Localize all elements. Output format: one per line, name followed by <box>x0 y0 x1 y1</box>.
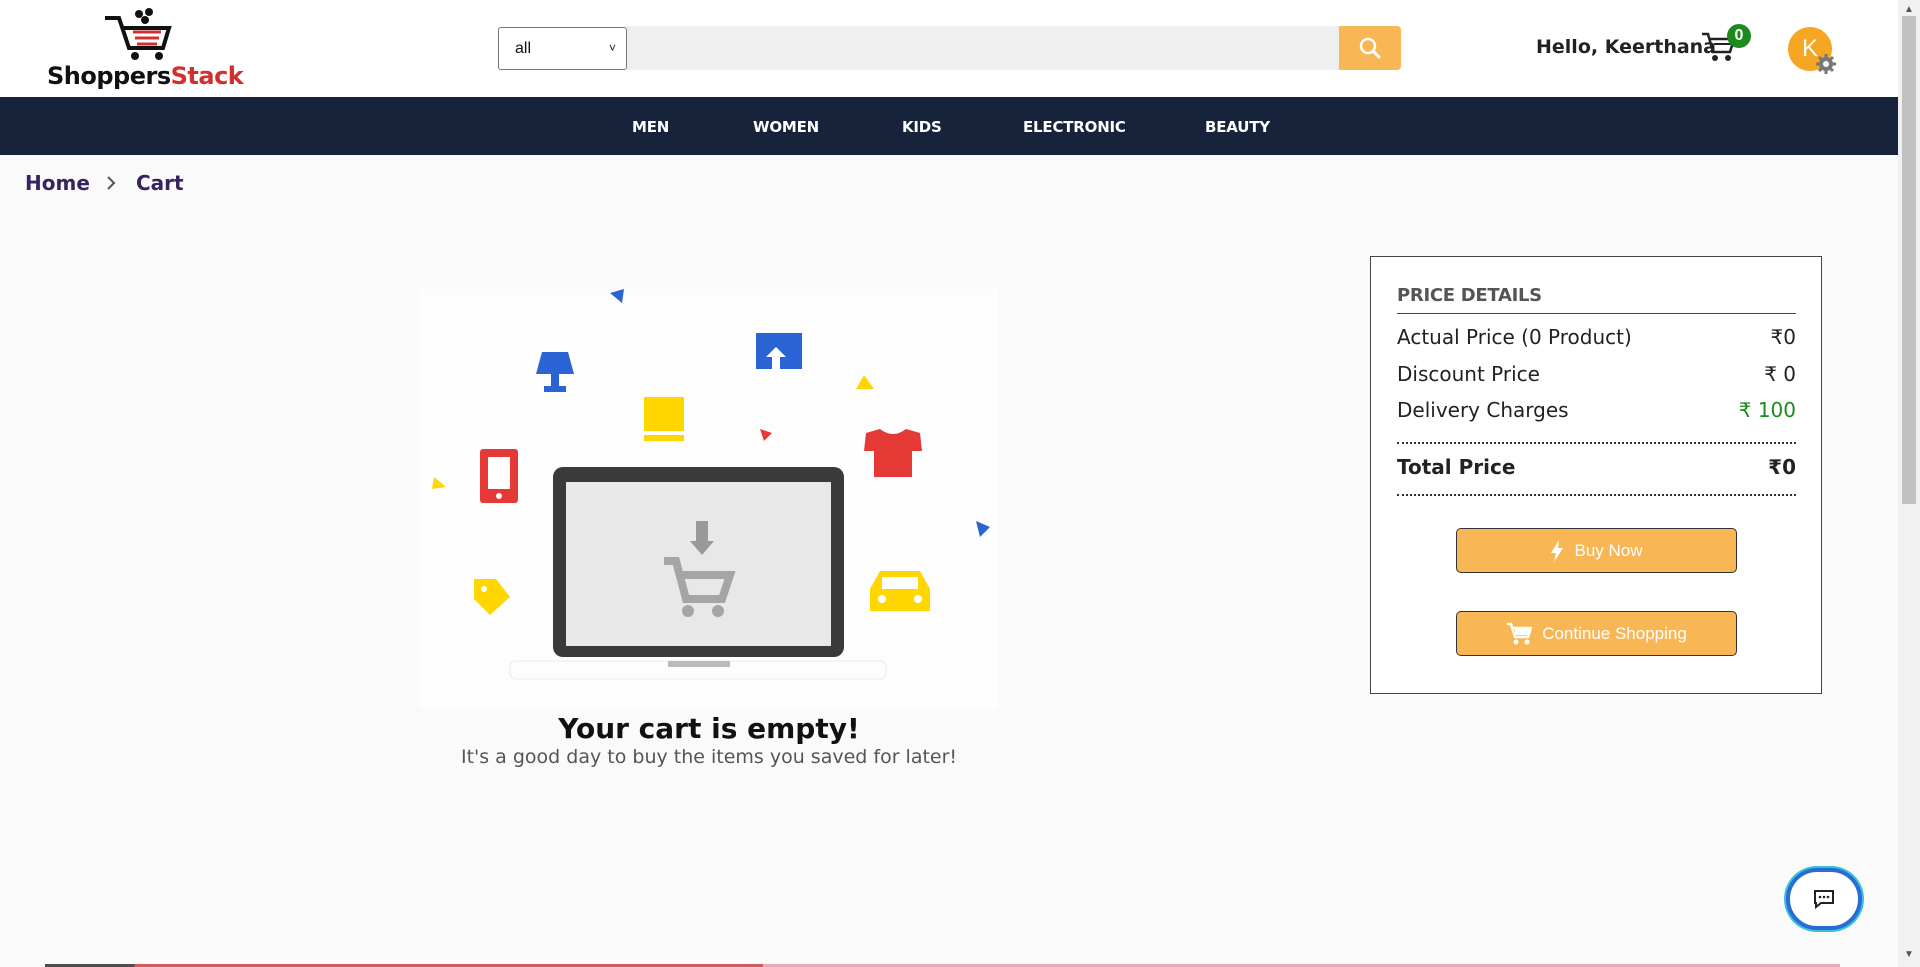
breadcrumb-home[interactable]: Home <box>25 171 90 195</box>
total-price-label: Total Price <box>1397 455 1516 479</box>
discount-price-row: Discount Price ₹ 0 <box>1397 362 1796 386</box>
logo-text-part2: Stack <box>170 62 244 90</box>
search-button[interactable] <box>1339 26 1401 70</box>
lightning-icon <box>1551 539 1564 562</box>
buy-now-label: Buy Now <box>1574 540 1643 560</box>
header: ShoppersStack all ˅ Hello, Keerthana 0 K <box>0 0 1898 97</box>
delivery-charges-label: Delivery Charges <box>1397 398 1569 422</box>
empty-cart-illustration <box>420 289 998 709</box>
gear-icon[interactable] <box>1815 53 1837 75</box>
scroll-down-icon[interactable]: ▼ <box>1904 949 1914 960</box>
phone-icon <box>480 449 518 503</box>
logo-text: ShoppersStack <box>47 62 244 90</box>
chevron-right-icon <box>107 176 116 190</box>
delivery-charges-row: Delivery Charges ₹ 100 <box>1397 398 1796 422</box>
empty-cart-subtitle: It's a good day to buy the items you sav… <box>460 746 958 768</box>
nav-item-men[interactable]: MEN <box>632 118 669 136</box>
continue-shopping-button[interactable]: Continue Shopping <box>1456 611 1737 656</box>
nav-item-women[interactable]: WOMEN <box>753 118 819 136</box>
user-greeting: Hello, Keerthana <box>1536 36 1717 58</box>
chevron-down-icon: ˅ <box>608 41 616 55</box>
buy-now-button[interactable]: Buy Now <box>1456 528 1737 573</box>
divider <box>1397 442 1796 444</box>
empty-cart-title: Your cart is empty! <box>558 712 860 745</box>
scroll-up-icon[interactable]: ▲ <box>1904 4 1914 15</box>
divider <box>1397 313 1796 314</box>
nav-item-beauty[interactable]: BEAUTY <box>1205 118 1270 136</box>
category-nav: MEN WOMEN KIDS ELECTRONIC BEAUTY <box>0 97 1898 155</box>
tag-icon <box>474 579 510 615</box>
actual-price-label: Actual Price (0 Product) <box>1397 325 1632 349</box>
total-price-row: Total Price ₹0 <box>1397 455 1796 479</box>
category-select[interactable]: all ˅ <box>498 27 627 70</box>
upload-box-icon <box>756 333 802 369</box>
search-icon <box>1359 37 1381 59</box>
price-details-title: PRICE DETAILS <box>1397 285 1542 306</box>
car-icon <box>870 571 930 611</box>
actual-price-row: Actual Price (0 Product) ₹0 <box>1397 325 1796 349</box>
category-value: all <box>515 40 532 57</box>
continue-shopping-label: Continue Shopping <box>1542 623 1687 643</box>
price-details-card: PRICE DETAILS Actual Price (0 Product) ₹… <box>1370 256 1822 694</box>
chat-icon <box>1814 890 1834 909</box>
discount-price-label: Discount Price <box>1397 362 1540 386</box>
cart-icon <box>1507 622 1533 644</box>
discount-price-value: ₹ 0 <box>1764 362 1796 386</box>
delivery-charges-value: ₹ 100 <box>1738 398 1796 422</box>
cart-logo-icon <box>105 8 172 60</box>
search-input[interactable] <box>627 26 1339 70</box>
nav-item-kids[interactable]: KIDS <box>902 118 942 136</box>
lamp-icon <box>536 352 574 392</box>
shirt-icon <box>864 429 922 477</box>
total-price-value: ₹0 <box>1768 455 1796 479</box>
breadcrumb-current: Cart <box>136 171 184 195</box>
actual-price-value: ₹0 <box>1770 325 1796 349</box>
scrollbar[interactable]: ▲ ▼ <box>1898 0 1920 967</box>
divider <box>1397 494 1796 496</box>
scrollbar-thumb[interactable] <box>1902 16 1916 504</box>
chat-button[interactable] <box>1786 868 1862 930</box>
logo-text-part1: Shoppers <box>47 62 171 90</box>
cart-count-badge: 0 <box>1727 24 1751 48</box>
book-icon <box>644 397 684 441</box>
nav-item-electronic[interactable]: ELECTRONIC <box>1023 118 1126 136</box>
